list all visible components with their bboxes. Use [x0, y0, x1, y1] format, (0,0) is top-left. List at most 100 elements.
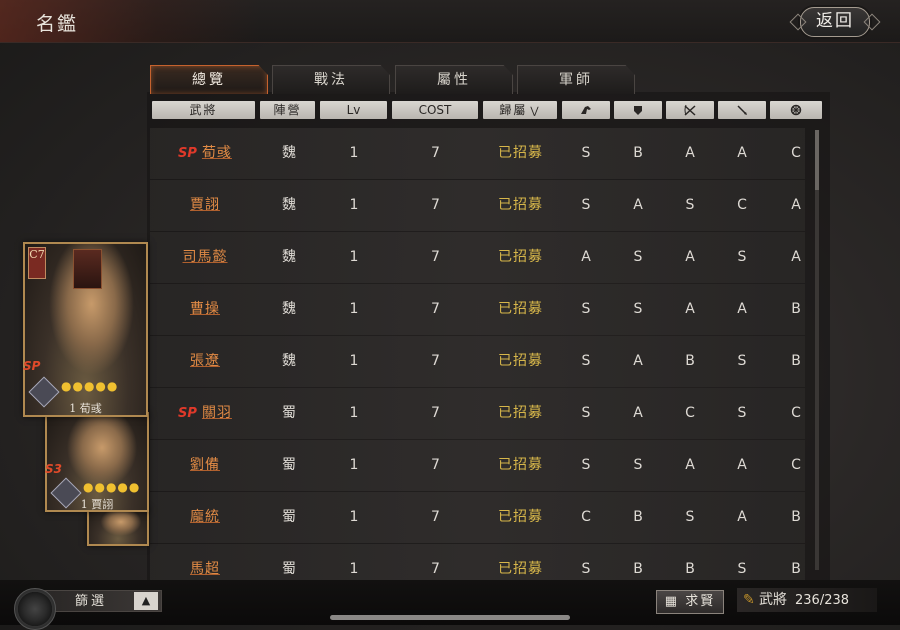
column-shield[interactable]: [614, 101, 662, 119]
general-name-cell[interactable]: SP 荀彧: [150, 128, 260, 179]
faction-cell: 蜀: [282, 405, 296, 421]
card-stars: ●●●●●: [83, 480, 141, 494]
bow-rank: B: [685, 561, 695, 577]
table-row[interactable]: 龐統 蜀 1 7 已招募 C B S A B: [150, 492, 805, 543]
level-cell: 1: [349, 301, 359, 317]
column-cavalry[interactable]: [562, 101, 610, 119]
shield-rank: B: [633, 145, 643, 161]
home-indicator[interactable]: [330, 615, 570, 620]
column-general[interactable]: 武將: [152, 101, 255, 119]
cost-cell: 7: [431, 301, 440, 317]
general-name[interactable]: 關羽: [202, 405, 232, 421]
general-portrait: [89, 510, 147, 544]
scrollbar-track[interactable]: [815, 130, 819, 570]
card-cost-tag: C7: [28, 247, 46, 279]
card-name: 1 荀彧: [69, 402, 102, 415]
cost-cell: 7: [431, 405, 440, 421]
cost-cell: 7: [431, 197, 440, 213]
level-cell: 1: [349, 353, 359, 369]
sp-badge: SP: [178, 146, 197, 161]
status-cell: 已招募: [498, 509, 543, 525]
shield-rank: S: [633, 249, 643, 265]
status-cell: 已招募: [498, 145, 543, 161]
card-name: 1 賈詡: [80, 498, 114, 511]
level-cell: 1: [349, 457, 359, 473]
filter-expand-button[interactable]: ▲: [134, 592, 158, 610]
spear-rank: S: [737, 405, 747, 421]
status-cell: 已招募: [498, 561, 543, 577]
level-cell: 1: [349, 509, 359, 525]
tab-tactics[interactable]: 戰法: [272, 65, 390, 94]
level-cell: 1: [349, 145, 359, 161]
general-name-cell[interactable]: 馬超: [150, 544, 260, 580]
bow-rank: A: [685, 145, 695, 161]
tab-advisor[interactable]: 軍師: [517, 65, 635, 94]
table-row[interactable]: 曹操 魏 1 7 已招募 S S A A B: [150, 284, 805, 335]
general-name-cell[interactable]: SP 關羽: [150, 388, 260, 439]
general-name[interactable]: 荀彧: [202, 145, 232, 161]
table-row[interactable]: 賈詡 魏 1 7 已招募 S A S C A: [150, 180, 805, 231]
tab-attributes[interactable]: 屬性: [395, 65, 513, 94]
cavalry-rank: A: [581, 249, 591, 265]
siege-rank: A: [791, 197, 801, 213]
general-name-cell[interactable]: 龐統: [150, 492, 260, 543]
disc-icon: [14, 588, 56, 630]
cost-cell: 7: [431, 457, 440, 473]
column-faction[interactable]: 陣營: [260, 101, 315, 119]
general-name-cell[interactable]: 劉備: [150, 440, 260, 491]
spear-rank: C: [737, 197, 747, 213]
general-name[interactable]: 曹操: [190, 301, 220, 317]
general-name[interactable]: 劉備: [190, 457, 220, 473]
general-name[interactable]: 賈詡: [190, 197, 220, 213]
tab-overview[interactable]: 總覽: [150, 65, 268, 94]
column-cost[interactable]: COST: [392, 101, 478, 119]
general-name[interactable]: 龐統: [190, 509, 220, 525]
status-cell: 已招募: [498, 405, 543, 421]
faction-cell: 蜀: [282, 457, 296, 473]
general-name-cell[interactable]: 曹操: [150, 284, 260, 335]
general-card-selected[interactable]: C7 SP ●●●●● 1 荀彧: [23, 242, 148, 417]
shield-rank: A: [633, 353, 643, 369]
sp-badge: SP: [178, 406, 197, 421]
column-siege[interactable]: [770, 101, 822, 119]
general-name-cell[interactable]: 賈詡: [150, 180, 260, 231]
table-row[interactable]: 張遼 魏 1 7 已招募 S A B S B: [150, 336, 805, 387]
crossed-bow-icon: [684, 104, 696, 116]
siege-rank: C: [791, 405, 801, 421]
column-spear[interactable]: [718, 101, 766, 119]
level-cell: 1: [349, 561, 359, 577]
column-status[interactable]: 歸屬 ⋁: [483, 101, 557, 119]
recruit-button[interactable]: ▦ 求賢: [656, 590, 724, 614]
table-row[interactable]: 馬超 蜀 1 7 已招募 S B B S B: [150, 544, 805, 580]
column-bow[interactable]: [666, 101, 714, 119]
chevron-down-icon: ⋁: [530, 106, 541, 117]
general-name[interactable]: 馬超: [190, 561, 220, 577]
bow-rank: A: [685, 249, 695, 265]
table-row[interactable]: 劉備 蜀 1 7 已招募 S S A A C: [150, 440, 805, 491]
scrollbar-thumb[interactable]: [815, 130, 819, 190]
siege-rank: B: [791, 301, 801, 317]
spear-rank: S: [737, 249, 747, 265]
general-name[interactable]: 司馬懿: [183, 249, 228, 265]
cost-cell: 7: [431, 145, 440, 161]
general-name-cell[interactable]: 司馬懿: [150, 232, 260, 283]
general-name-cell[interactable]: 張遼: [150, 336, 260, 387]
siege-rank: A: [791, 249, 801, 265]
cavalry-icon: [581, 106, 591, 114]
table-row[interactable]: SP 關羽 蜀 1 7 已招募 S A C S C: [150, 388, 805, 439]
general-name[interactable]: 張遼: [190, 353, 220, 369]
cost-cell: 7: [431, 509, 440, 525]
faction-cell: 魏: [282, 249, 296, 265]
shield-rank: S: [633, 457, 643, 473]
general-count-value: 236/238: [795, 593, 850, 608]
table-row[interactable]: SP 荀彧 魏 1 7 已招募 S B A A C: [150, 128, 805, 179]
level-cell: 1: [349, 405, 359, 421]
column-level[interactable]: Lv: [320, 101, 387, 119]
back-button[interactable]: 返回: [789, 7, 881, 37]
table-row[interactable]: 司馬懿 魏 1 7 已招募 A S A S A: [150, 232, 805, 283]
general-card[interactable]: [87, 508, 149, 546]
top-bar: 名鑑 返回: [0, 0, 900, 43]
ornament-icon: [789, 13, 807, 31]
shield-icon: [634, 106, 642, 115]
general-card[interactable]: S3 ●●●●● 1 賈詡: [45, 412, 149, 512]
